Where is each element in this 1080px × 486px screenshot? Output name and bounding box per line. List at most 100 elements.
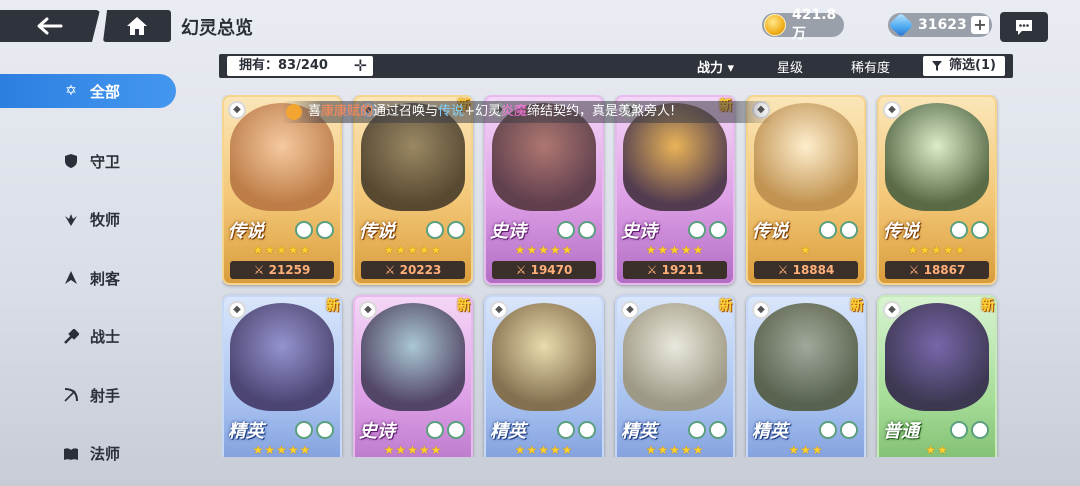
element-icons — [950, 421, 989, 439]
sort-power-button[interactable]: 战力 ▾ — [697, 57, 734, 76]
star-rating: ★★★★★ — [514, 243, 574, 257]
sidebar-item-assassin[interactable]: 刺客 — [0, 249, 176, 308]
hero-portrait — [361, 303, 465, 411]
sort-star-button[interactable]: 星级 — [777, 57, 803, 76]
assassin-icon — [62, 269, 80, 287]
element-icons — [688, 421, 727, 439]
element-icon — [557, 421, 575, 439]
sidebar-item-label: 全部 — [90, 82, 121, 101]
element-icon — [578, 421, 596, 439]
rarity-label: 史诗 — [359, 421, 395, 442]
element-icon — [295, 421, 313, 439]
hero-portrait — [885, 303, 989, 411]
sidebar-item-archer[interactable]: 射手 — [0, 366, 176, 425]
element-icons — [950, 221, 989, 239]
element-icon — [709, 421, 727, 439]
filter-button[interactable]: 筛选(1) — [923, 56, 1005, 76]
back-button[interactable] — [0, 10, 100, 42]
element-icon — [688, 421, 706, 439]
hero-card[interactable]: ◆新史诗★★★★★⚔ 19211 — [615, 95, 735, 285]
book-icon — [62, 445, 80, 463]
new-tag: 新 — [719, 298, 733, 314]
hero-portrait — [230, 303, 334, 411]
sidebar-item-label: 射手 — [90, 386, 121, 405]
class-badge-icon: ◆ — [490, 301, 508, 319]
hero-card[interactable]: ◆ 传说 ★★★★★ ⚔ 21259 — [222, 95, 342, 285]
gold-amount: 421.8万 — [792, 7, 837, 42]
element-icon — [819, 221, 837, 239]
class-badge-icon: ◆ — [752, 301, 770, 319]
hero-card[interactable]: ◆ 传说 ★★★★★ ⚔ 18867 — [877, 95, 997, 285]
page-title: 幻灵总览 — [181, 18, 253, 39]
chat-button[interactable] — [1000, 12, 1048, 42]
gem-amount: 31623 — [918, 17, 967, 33]
hero-card[interactable]: ◆传说★⚔ 18884 — [746, 95, 866, 285]
home-button[interactable] — [103, 10, 171, 42]
element-icons — [819, 421, 858, 439]
sidebar-item-priest[interactable]: 牧师 — [0, 191, 176, 250]
hero-card[interactable]: ◆新传说★★★★★⚔ 20223 — [353, 95, 473, 285]
combat-power: ⚔ 19470 — [492, 261, 596, 279]
class-badge-icon: ◆ — [621, 301, 639, 319]
sidebar-item-label: 战士 — [90, 328, 121, 347]
hero-portrait — [492, 303, 596, 411]
star-rating: ★★★★★ — [383, 243, 443, 257]
priest-icon — [62, 211, 80, 229]
element-icon — [840, 421, 858, 439]
element-icon — [316, 221, 334, 239]
star-rating: ★ — [800, 243, 812, 257]
sidebar-item-label: 守卫 — [90, 152, 121, 171]
element-icon — [447, 221, 465, 239]
element-icon — [688, 221, 706, 239]
gold-coin-icon — [764, 14, 786, 36]
new-tag: 新 — [850, 298, 864, 314]
hero-card[interactable]: ◆史诗★★★★★⚔ 19470 — [484, 95, 604, 285]
rarity-label: 精英 — [621, 421, 657, 442]
sidebar-item-label: 刺客 — [90, 269, 121, 288]
rarity-label: 传说 — [752, 221, 788, 242]
star-rating: ★★ — [925, 443, 949, 457]
sidebar-item-all[interactable]: ✡ 全部 — [0, 74, 176, 108]
class-badge-icon: ◆ — [883, 101, 901, 119]
sidebar-item-guardian[interactable]: 守卫 — [0, 132, 176, 191]
rarity-label: 传说 — [228, 221, 264, 242]
filter-label: 筛选(1) — [949, 58, 996, 73]
element-icon — [316, 421, 334, 439]
hero-card[interactable]: ◆ 新精英 ★★★ — [746, 295, 866, 457]
shield-icon — [62, 152, 80, 170]
element-icons — [688, 221, 727, 239]
add-gems-button[interactable]: + — [971, 16, 989, 34]
class-badge-icon: ◆ — [228, 301, 246, 319]
gem-currency: 31623 + — [888, 12, 992, 38]
element-icon — [950, 421, 968, 439]
star-rating: ★★★★★ — [383, 443, 443, 457]
element-icon — [426, 421, 444, 439]
hero-card[interactable]: ◆ 新精英 ★★★★★ — [615, 295, 735, 457]
sidebar-item-warrior[interactable]: 战士 — [0, 308, 176, 367]
element-icons — [295, 421, 334, 439]
hero-card[interactable]: ◆ 新精英 ★★★★★ — [222, 295, 342, 457]
hero-grid: ◆传说★★★★★⚔ 21259◆新传说★★★★★⚔ 20223◆史诗★★★★★⚔… — [222, 95, 1012, 457]
sidebar-item-mage[interactable]: 法师 — [0, 425, 176, 484]
star-rating: ★★★★★ — [514, 443, 574, 457]
hero-card[interactable]: ◆ 新史诗 ★★★★★ — [353, 295, 473, 457]
combat-power: ⚔ 19211 — [623, 261, 727, 279]
hero-card[interactable]: ◆ 新普通 ★★ — [877, 295, 997, 457]
combat-power: ⚔ 21259 — [230, 261, 334, 279]
combat-power: ⚔ 18884 — [754, 261, 858, 279]
hero-card[interactable]: ◆ 精英 ★★★★★ — [484, 295, 604, 457]
sidebar-item-label: 法师 — [90, 445, 121, 464]
element-icon — [971, 421, 989, 439]
element-icon — [709, 221, 727, 239]
all-star-icon: ✡ — [65, 83, 77, 99]
top-bar: 幻灵总览 421.8万 31623 + — [0, 0, 1080, 52]
rarity-label: 史诗 — [621, 221, 657, 242]
filter-bar: 拥有：83/240 ✛ 战力 ▾ 星级 稀有度 筛选(1) — [219, 54, 1013, 78]
combat-power: ⚔ 18867 — [885, 261, 989, 279]
new-tag: 新 — [457, 298, 471, 314]
element-icon — [840, 221, 858, 239]
sort-rarity-button[interactable]: 稀有度 — [851, 57, 890, 76]
owned-count[interactable]: 拥有：83/240 ✛ — [227, 56, 373, 76]
owned-count-label: 拥有：83/240 — [239, 58, 328, 73]
announce-post: 缔结契约，真是羡煞旁人! — [526, 104, 676, 119]
